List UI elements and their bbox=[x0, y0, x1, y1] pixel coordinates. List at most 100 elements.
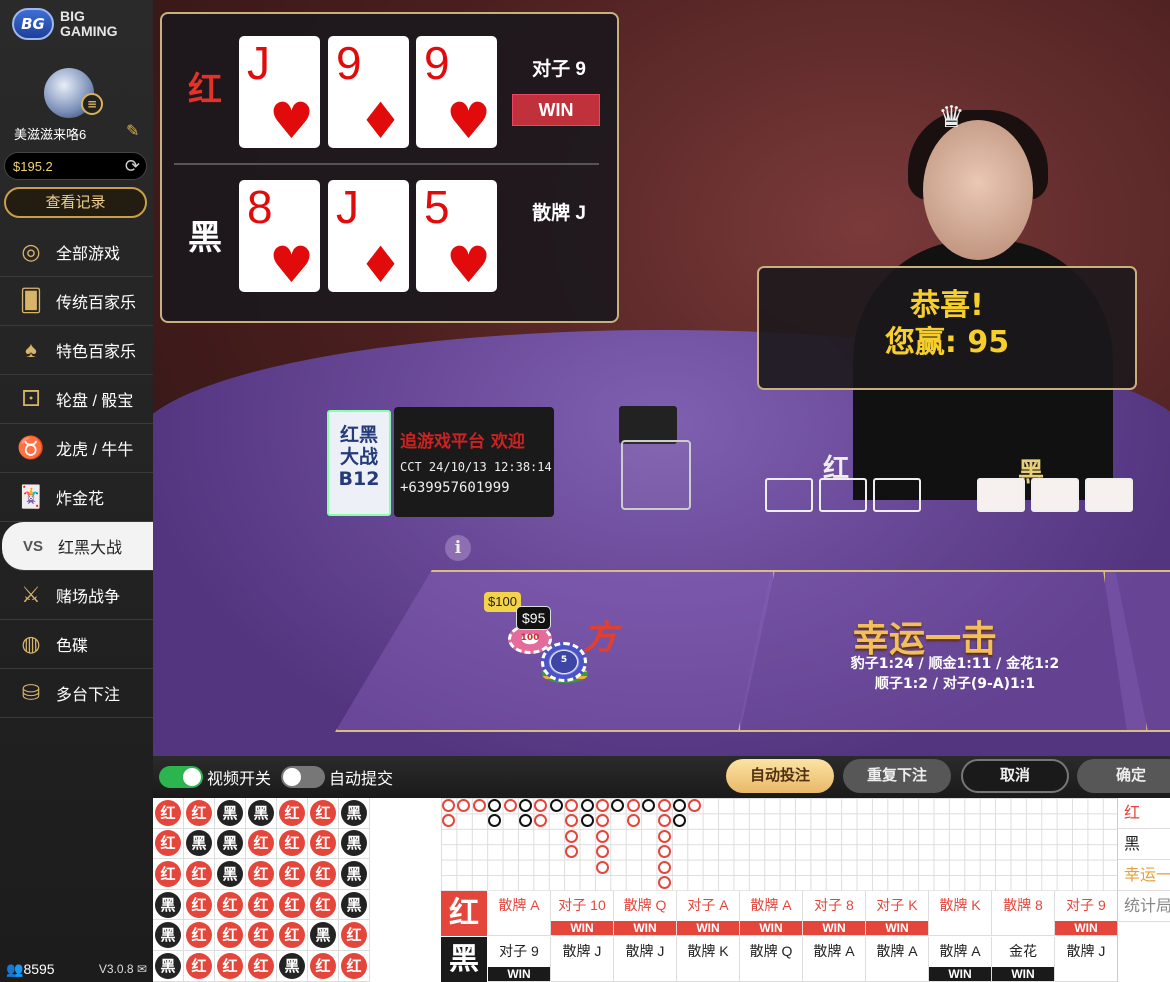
keypad bbox=[619, 406, 677, 444]
bead-cell: 红 bbox=[339, 920, 370, 951]
history-win-badge: WIN bbox=[677, 921, 739, 935]
result-row-black: 黑 8 ♥ J ♦ 5 ♥ 散牌 J bbox=[162, 162, 617, 307]
bead-result: 红 bbox=[217, 952, 243, 979]
nav-item-6[interactable]: VS 红黑大战 bbox=[2, 522, 153, 571]
stats-panel: 红 黑 幸运一击 统计局数 bbox=[1117, 798, 1170, 982]
bead-cell: 黑 bbox=[339, 859, 370, 890]
menu-icon[interactable]: ≡ bbox=[81, 93, 103, 115]
video-toggle[interactable] bbox=[159, 766, 203, 788]
history-win-badge: WIN bbox=[992, 967, 1054, 981]
bead-cell: 黑 bbox=[153, 920, 184, 951]
big-road-marker bbox=[657, 799, 671, 812]
big-road-marker bbox=[657, 845, 671, 859]
congrats-popup: 恭喜! 您赢: 95 bbox=[757, 266, 1137, 390]
refresh-icon[interactable]: ⟳ bbox=[125, 156, 140, 177]
cancel-button[interactable]: 取消 bbox=[961, 759, 1069, 793]
history-win-badge: WIN bbox=[488, 967, 550, 981]
big-road-marker bbox=[442, 799, 455, 812]
bead-cell: 红 bbox=[308, 828, 339, 860]
history-win-badge: WIN bbox=[614, 921, 676, 935]
control-bar: 视频开关 自动提交 自动投注 重复下注 取消 确定 bbox=[153, 756, 1170, 798]
auto-bet-button[interactable]: 自动投注 bbox=[726, 759, 834, 793]
bead-cell: 红 bbox=[184, 920, 215, 951]
card: 8 ♥ bbox=[239, 180, 320, 292]
bead-result: 黑 bbox=[217, 860, 243, 887]
history-cell-black: 散牌 J bbox=[551, 937, 614, 982]
nav-item-label: 色碟 bbox=[56, 638, 89, 655]
history-hand: 对子 A bbox=[687, 897, 729, 913]
bead-cell: 红 bbox=[215, 889, 246, 921]
bead-cell: 红 bbox=[277, 859, 308, 890]
stat-lucky: 幸运一击 bbox=[1118, 860, 1170, 891]
auto-submit-toggle[interactable] bbox=[281, 766, 326, 788]
nav-item-label: 赌场战争 bbox=[56, 589, 121, 606]
history-win-badge: WIN bbox=[1055, 921, 1117, 935]
big-road-marker bbox=[611, 799, 625, 812]
history-button[interactable]: 查看记录 bbox=[4, 187, 147, 218]
nav-item-0[interactable]: ◎ 全部游戏 bbox=[0, 228, 153, 277]
nav-item-8[interactable]: ◍ 色碟 bbox=[0, 620, 153, 669]
crown-icon: ♛ bbox=[938, 100, 965, 135]
history-cell-black: 散牌 A WIN bbox=[929, 937, 992, 982]
info-icon[interactable]: i bbox=[445, 535, 471, 561]
bead-cell: 红 bbox=[277, 828, 308, 860]
history-cell-red: 对子 K WIN bbox=[866, 891, 929, 936]
bead-cell: 红 bbox=[339, 951, 370, 982]
history-win-badge: WIN bbox=[866, 921, 928, 935]
nav-item-4[interactable]: ♉ 龙虎 / 牛牛 bbox=[0, 424, 153, 473]
history-cell-black: 散牌 K bbox=[677, 937, 740, 982]
big-road-marker bbox=[534, 814, 548, 828]
bead-result: 红 bbox=[279, 799, 305, 826]
big-road-marker bbox=[519, 814, 532, 828]
nav-item-1[interactable]: 🂠 传统百家乐 bbox=[0, 277, 153, 326]
nav-item-5[interactable]: 🃏 炸金花 bbox=[0, 473, 153, 522]
history-label-red: 红 bbox=[441, 891, 487, 936]
big-road-marker bbox=[596, 799, 609, 812]
stat-black: 黑 bbox=[1118, 829, 1170, 860]
cards-icon: 🂠 bbox=[19, 288, 43, 313]
bead-cell: 红 bbox=[277, 920, 308, 951]
nav-item-2[interactable]: ♠ 特色百家乐 bbox=[0, 326, 153, 375]
bead-cell: 红 bbox=[215, 951, 246, 982]
big-road-marker bbox=[472, 799, 486, 812]
history-hand: 散牌 K bbox=[939, 897, 981, 913]
dice-icon: ⚀ bbox=[21, 386, 41, 411]
bead-result: 红 bbox=[341, 952, 367, 979]
bead-cell: 黑 bbox=[153, 951, 184, 982]
chip-icon: ◎ bbox=[21, 239, 41, 264]
history-cell-red: 对子 9 WIN bbox=[1055, 891, 1118, 936]
card-fan-icon: 🃏 bbox=[17, 484, 45, 509]
big-road-marker bbox=[596, 814, 609, 828]
confirm-button[interactable]: 确定 bbox=[1077, 759, 1170, 793]
bead-result: 黑 bbox=[217, 830, 243, 857]
bead-cell: 红 bbox=[308, 951, 339, 982]
history-cell-red: 对子 8 WIN bbox=[803, 891, 866, 936]
nav-item-label: 传统百家乐 bbox=[56, 295, 137, 312]
nav-item-9[interactable]: ⛁ 多台下注 bbox=[0, 669, 153, 718]
bead-result: 红 bbox=[310, 952, 336, 979]
bead-cell: 黑 bbox=[153, 889, 184, 921]
bead-cell: 红 bbox=[277, 798, 308, 829]
history-hand: 散牌 J bbox=[562, 943, 602, 959]
big-road-marker bbox=[442, 814, 455, 828]
big-road-marker bbox=[626, 814, 640, 828]
led-display: 追游戏平台 欢迎 CCT 24/10/13 12:38:14 +63995760… bbox=[394, 407, 554, 517]
big-road bbox=[441, 798, 1117, 891]
bead-road: 红红黑黑红红黑红黑黑红红红黑红红黑红红红黑黑红红红红红黑黑红红红红黑红黑红红红黑… bbox=[153, 798, 441, 982]
brand-logo[interactable]: BG BIG GAMING bbox=[12, 8, 118, 40]
big-road-marker bbox=[580, 799, 594, 812]
big-road-marker bbox=[488, 814, 502, 828]
version-label: V3.0.8 bbox=[98, 962, 134, 976]
nav-item-7[interactable]: ⚔ 赌场战争 bbox=[0, 571, 153, 620]
repeat-bet-button[interactable]: 重复下注 bbox=[843, 759, 951, 793]
mail-icon[interactable]: ✉ bbox=[137, 962, 147, 976]
bead-result: 黑 bbox=[186, 830, 212, 857]
stat-count: 统计局数 bbox=[1118, 891, 1170, 922]
bead-result: 黑 bbox=[341, 860, 367, 887]
nav-item-3[interactable]: ⚀ 轮盘 / 骰宝 bbox=[0, 375, 153, 424]
result-panel: 红 J ♥ 9 ♦ 9 ♥ 对子 9 WIN 黑 8 ♥ J ♦ 5 ♥ 散牌 J bbox=[160, 12, 619, 323]
users-icon: 👥 bbox=[6, 960, 24, 977]
bead-cell: 红 bbox=[308, 859, 339, 890]
bead-result: 红 bbox=[279, 891, 305, 918]
pencil-icon[interactable]: ✎ bbox=[126, 121, 139, 140]
